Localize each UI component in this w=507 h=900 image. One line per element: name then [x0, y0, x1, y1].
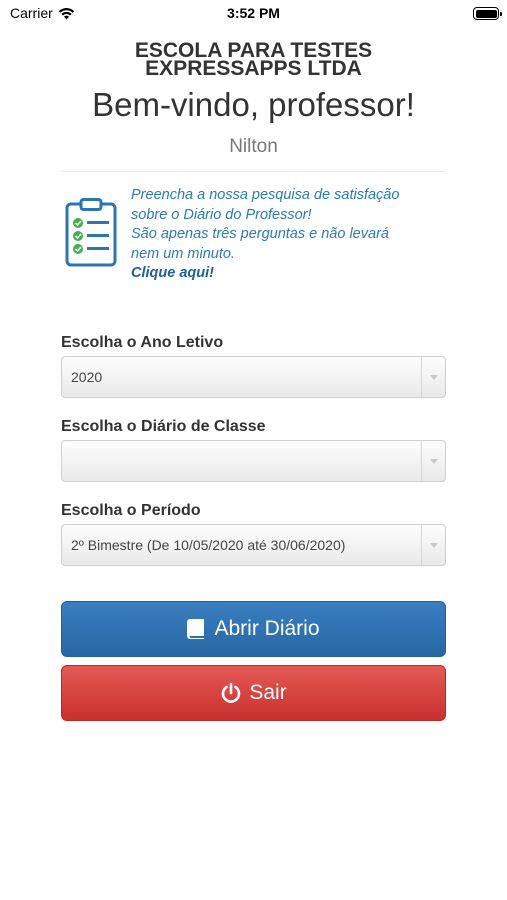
survey-line: São apenas três perguntas e não levará	[131, 226, 389, 242]
book-icon	[187, 619, 205, 639]
period-select[interactable]: 2º Bimestre (De 10/05/2020 até 30/06/202…	[61, 524, 446, 566]
survey-link[interactable]: Clique aqui!	[131, 264, 399, 284]
survey-line: Preencha a nossa pesquisa de satisfação	[131, 187, 400, 203]
diary-select[interactable]	[61, 440, 446, 482]
power-icon	[222, 682, 241, 703]
welcome-title: Bem-vindo, professor!	[92, 86, 415, 123]
survey-line: nem um minuto.	[131, 245, 235, 262]
exit-label: Sair	[249, 681, 287, 704]
year-label: Escolha o Ano Letivo	[61, 334, 224, 351]
diary-label: Escolha o Diário de Classe	[61, 418, 266, 435]
year-field: Escolha o Ano Letivo 2020	[61, 334, 446, 398]
exit-button[interactable]: Sair	[61, 665, 446, 721]
school-name-line2: EXPRESSAPPS LTDA	[145, 57, 362, 80]
chevron-down-icon	[421, 357, 445, 397]
header-divider	[61, 171, 446, 172]
period-select-value: 2º Bimestre (De 10/05/2020 até 30/06/202…	[71, 537, 346, 553]
open-diary-label: Abrir Diário	[214, 617, 320, 640]
teacher-name: Nilton	[229, 136, 278, 157]
school-name: ESCOLA PARA TESTES EXPRESSAPPS LTDA	[0, 40, 507, 80]
chevron-down-icon	[421, 525, 445, 565]
open-diary-button[interactable]: Abrir Diário	[61, 601, 446, 657]
period-field: Escolha o Período 2º Bimestre (De 10/05/…	[61, 502, 446, 566]
survey-line: sobre o Diário do Professor!	[131, 206, 312, 223]
chevron-down-icon	[421, 441, 445, 481]
status-time: 3:52 PM	[227, 5, 280, 21]
diary-field: Escolha o Diário de Classe	[61, 418, 446, 482]
clipboard-checklist-icon	[65, 198, 117, 267]
status-bar: Carrier 3:52 PM	[0, 0, 507, 28]
period-label: Escolha o Período	[61, 502, 201, 519]
battery-icon	[473, 7, 502, 20]
year-select-value: 2020	[71, 369, 103, 385]
survey-text: Preencha a nossa pesquisa de satisfação …	[131, 186, 399, 284]
year-select[interactable]: 2020	[61, 356, 446, 398]
survey-banner: Preencha a nossa pesquisa de satisfação …	[64, 186, 449, 284]
